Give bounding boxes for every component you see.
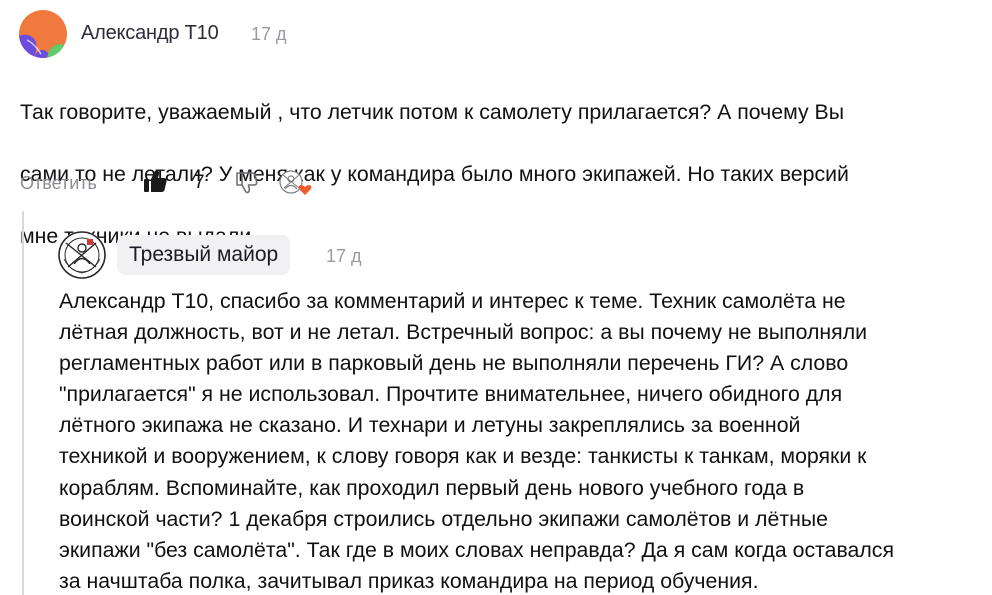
reply-button[interactable]: Ответить [20, 173, 97, 194]
comment-date: 17 д [251, 24, 287, 44]
author-heart-icon [279, 169, 313, 197]
comment-actions: Ответить 7 [20, 168, 420, 198]
comment-text-line: за начштаба полка, зачитывал приказ кома… [59, 568, 759, 593]
comment-text-line: лётная должность, вот и не летал. Встреч… [59, 320, 868, 345]
thumbs-up-icon[interactable] [142, 168, 168, 194]
comment-text-line: кораблям. Вспоминайте, как проходил перв… [59, 475, 805, 500]
avatar[interactable] [58, 231, 106, 279]
avatar[interactable] [19, 10, 67, 58]
thumbs-down-icon[interactable] [235, 170, 259, 194]
comment-text-line: "прилагается" я не использовал. Прочтите… [59, 382, 843, 407]
like-count: 7 [194, 172, 205, 193]
avatar-graphic [19, 10, 67, 58]
comment-text-line: экипажи "без самолёта". Так где в моих с… [59, 537, 894, 562]
author-chip[interactable]: Трезвый майор [117, 235, 291, 275]
comment-text: Александр Т10, спасибо за комментарий и … [59, 286, 984, 595]
thread-line [22, 211, 24, 595]
avatar-graphic [58, 231, 106, 279]
comment-author[interactable]: Александр Т10 [81, 22, 219, 45]
comment-text-line: лётного экипажа не сказано. И технари и … [59, 413, 801, 438]
comment-text-line: Александр Т10, спасибо за комментарий и … [59, 289, 846, 313]
comment-author[interactable]: Трезвый майор [129, 243, 278, 267]
comment-text-line: Так говорите, уважаемый , что летчик пот… [20, 100, 845, 124]
comment-text-line: воинской части? 1 декабря строились отде… [59, 506, 828, 531]
comment-text-line: техникой и вооружением, к слову говоря к… [59, 444, 867, 469]
comment-text-line: регламентных работ или в парковый день н… [59, 351, 849, 376]
comment-date: 17 д [326, 246, 362, 266]
